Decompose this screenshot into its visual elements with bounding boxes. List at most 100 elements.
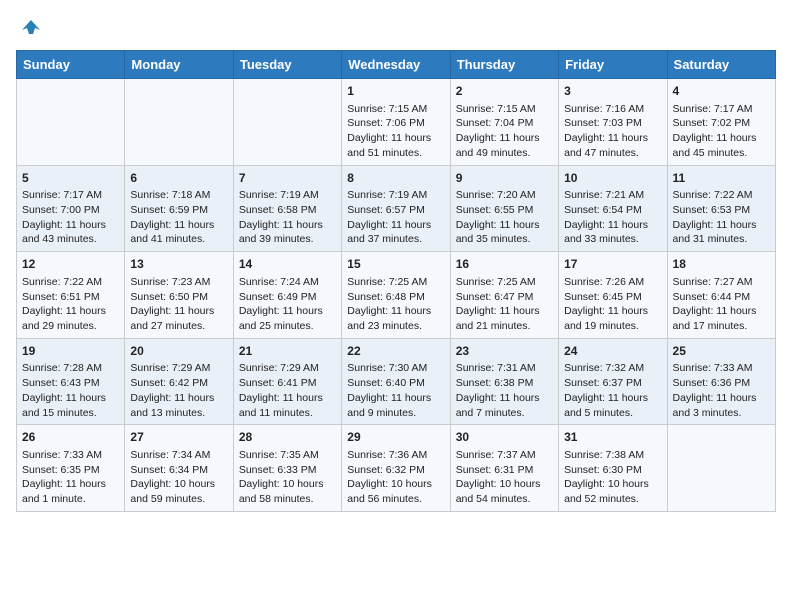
daylight-text: Daylight: 11 hours and 11 minutes. xyxy=(239,392,323,419)
sunset-text: Sunset: 6:48 PM xyxy=(347,291,425,303)
day-number: 2 xyxy=(456,83,553,100)
day-number: 14 xyxy=(239,256,336,273)
sunset-text: Sunset: 7:00 PM xyxy=(22,204,100,216)
sunset-text: Sunset: 6:59 PM xyxy=(130,204,208,216)
daylight-text: Daylight: 11 hours and 41 minutes. xyxy=(130,219,214,246)
sunrise-text: Sunrise: 7:36 AM xyxy=(347,449,427,461)
week-row-4: 19Sunrise: 7:28 AMSunset: 6:43 PMDayligh… xyxy=(17,338,776,425)
sunrise-text: Sunrise: 7:22 AM xyxy=(22,276,102,288)
sunrise-text: Sunrise: 7:17 AM xyxy=(22,189,102,201)
daylight-text: Daylight: 11 hours and 33 minutes. xyxy=(564,219,648,246)
sunrise-text: Sunrise: 7:38 AM xyxy=(564,449,644,461)
sunset-text: Sunset: 6:51 PM xyxy=(22,291,100,303)
daylight-text: Daylight: 11 hours and 49 minutes. xyxy=(456,132,540,159)
daylight-text: Daylight: 11 hours and 35 minutes. xyxy=(456,219,540,246)
daylight-text: Daylight: 11 hours and 13 minutes. xyxy=(130,392,214,419)
calendar-cell: 22Sunrise: 7:30 AMSunset: 6:40 PMDayligh… xyxy=(342,338,450,425)
calendar-cell xyxy=(233,79,341,166)
calendar-cell: 21 Sunrise: 7:29 AM Sunset: 6:41 PM Dayligh… xyxy=(233,338,341,425)
day-number: 21 xyxy=(239,343,336,360)
day-number: 24 xyxy=(564,343,661,360)
daylight-text: Daylight: 11 hours and 39 minutes. xyxy=(239,219,323,246)
daylight-text: Daylight: 10 hours and 54 minutes. xyxy=(456,478,541,505)
calendar-cell: 26Sunrise: 7:33 AMSunset: 6:35 PMDayligh… xyxy=(17,425,125,512)
calendar-cell: 11Sunrise: 7:22 AMSunset: 6:53 PMDayligh… xyxy=(667,165,775,252)
day-number: 19 xyxy=(22,343,119,360)
calendar-cell: 6 Sunrise: 7:18 AM Sunset: 6:59 PM Daylight… xyxy=(125,165,233,252)
sunset-text: Sunset: 6:47 PM xyxy=(456,291,534,303)
daylight-text: Daylight: 11 hours and 5 minutes. xyxy=(564,392,648,419)
calendar-cell: 4 Sunrise: 7:17 AM Sunset: 7:02 PM Daylight… xyxy=(667,79,775,166)
sunrise-text: Sunrise: 7:26 AM xyxy=(564,276,644,288)
week-row-5: 26Sunrise: 7:33 AMSunset: 6:35 PMDayligh… xyxy=(17,425,776,512)
daylight-text: Daylight: 11 hours and 7 minutes. xyxy=(456,392,540,419)
header-sunday: Sunday xyxy=(17,51,125,79)
daylight-text: Daylight: 11 hours and 1 minute. xyxy=(22,478,106,505)
sunset-text: Sunset: 6:37 PM xyxy=(564,377,642,389)
day-number: 16 xyxy=(456,256,553,273)
logo xyxy=(16,16,42,38)
day-number: 6 xyxy=(130,170,227,187)
calendar-cell: 30Sunrise: 7:37 AMSunset: 6:31 PMDayligh… xyxy=(450,425,558,512)
sunset-text: Sunset: 6:38 PM xyxy=(456,377,534,389)
sunrise-text: Sunrise: 7:20 AM xyxy=(456,189,536,201)
sunset-text: Sunset: 7:02 PM xyxy=(673,117,751,129)
daylight-text: Daylight: 11 hours and 17 minutes. xyxy=(673,305,757,332)
daylight-text: Daylight: 11 hours and 45 minutes. xyxy=(673,132,757,159)
sunrise-text: Sunrise: 7:29 AM xyxy=(239,362,319,374)
daylight-text: Daylight: 11 hours and 51 minutes. xyxy=(347,132,431,159)
day-number: 11 xyxy=(673,170,770,187)
sunset-text: Sunset: 6:54 PM xyxy=(564,204,642,216)
calendar-cell: 29Sunrise: 7:36 AMSunset: 6:32 PMDayligh… xyxy=(342,425,450,512)
calendar-header-row: SundayMondayTuesdayWednesdayThursdayFrid… xyxy=(17,51,776,79)
calendar-cell: 3Sunrise: 7:16 AMSunset: 7:03 PMDaylight… xyxy=(559,79,667,166)
sunset-text: Sunset: 6:36 PM xyxy=(673,377,751,389)
day-number: 23 xyxy=(456,343,553,360)
sunrise-text: Sunrise: 7:18 AM xyxy=(130,189,210,201)
daylight-text: Daylight: 10 hours and 59 minutes. xyxy=(130,478,215,505)
sunrise-text: Sunrise: 7:17 AM xyxy=(673,103,753,115)
sunset-text: Sunset: 6:42 PM xyxy=(130,377,208,389)
daylight-text: Daylight: 11 hours and 9 minutes. xyxy=(347,392,431,419)
sunrise-text: Sunrise: 7:32 AM xyxy=(564,362,644,374)
calendar-cell: 17Sunrise: 7:26 AMSunset: 6:45 PMDayligh… xyxy=(559,252,667,339)
day-number: 26 xyxy=(22,429,119,446)
day-number: 27 xyxy=(130,429,227,446)
header-thursday: Thursday xyxy=(450,51,558,79)
calendar-cell xyxy=(125,79,233,166)
sunrise-text: Sunrise: 7:19 AM xyxy=(347,189,427,201)
sunrise-text: Sunrise: 7:25 AM xyxy=(456,276,536,288)
daylight-text: Daylight: 11 hours and 21 minutes. xyxy=(456,305,540,332)
sunrise-text: Sunrise: 7:27 AM xyxy=(673,276,753,288)
sunset-text: Sunset: 6:53 PM xyxy=(673,204,751,216)
day-number: 4 xyxy=(673,83,770,100)
calendar-cell xyxy=(667,425,775,512)
header-saturday: Saturday xyxy=(667,51,775,79)
sunrise-text: Sunrise: 7:30 AM xyxy=(347,362,427,374)
sunrise-text: Sunrise: 7:19 AM xyxy=(239,189,319,201)
calendar-cell: 14Sunrise: 7:24 AMSunset: 6:49 PMDayligh… xyxy=(233,252,341,339)
calendar-cell: 20Sunrise: 7:29 AMSunset: 6:42 PMDayligh… xyxy=(125,338,233,425)
sunrise-text: Sunrise: 7:31 AM xyxy=(456,362,536,374)
sunrise-text: Sunrise: 7:15 AM xyxy=(347,103,427,115)
sunset-text: Sunset: 6:41 PM xyxy=(239,377,317,389)
sunset-text: Sunset: 6:32 PM xyxy=(347,464,425,476)
daylight-text: Daylight: 11 hours and 25 minutes. xyxy=(239,305,323,332)
day-number: 15 xyxy=(347,256,444,273)
calendar-cell: 18Sunrise: 7:27 AMSunset: 6:44 PMDayligh… xyxy=(667,252,775,339)
sunrise-text: Sunrise: 7:33 AM xyxy=(22,449,102,461)
calendar-cell: 2Sunrise: 7:15 AMSunset: 7:04 PMDaylight… xyxy=(450,79,558,166)
sunrise-text: Sunrise: 7:37 AM xyxy=(456,449,536,461)
calendar-cell: 5Sunrise: 7:17 AMSunset: 7:00 PMDaylight… xyxy=(17,165,125,252)
day-number: 13 xyxy=(130,256,227,273)
sunset-text: Sunset: 6:50 PM xyxy=(130,291,208,303)
header-monday: Monday xyxy=(125,51,233,79)
sunset-text: Sunset: 6:45 PM xyxy=(564,291,642,303)
calendar-cell: 8Sunrise: 7:19 AMSunset: 6:57 PMDaylight… xyxy=(342,165,450,252)
calendar-cell xyxy=(17,79,125,166)
day-number: 7 xyxy=(239,170,336,187)
daylight-text: Daylight: 10 hours and 52 minutes. xyxy=(564,478,649,505)
sunset-text: Sunset: 6:49 PM xyxy=(239,291,317,303)
day-number: 25 xyxy=(673,343,770,360)
calendar-cell: 24 Sunrise: 7:32 AM Sunset: 6:37 PM Dayligh… xyxy=(559,338,667,425)
